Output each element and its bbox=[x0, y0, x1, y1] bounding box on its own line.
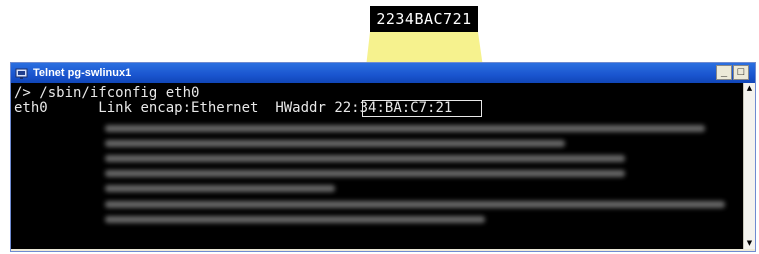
blurred-line bbox=[105, 185, 335, 192]
maximize-button[interactable]: □ bbox=[733, 65, 749, 80]
blurred-line bbox=[105, 216, 485, 223]
link-encap: Link encap:Ethernet bbox=[98, 100, 259, 116]
telnet-window: Telnet pg-swlinux1 _ □ /> /sbin/ifconfig… bbox=[10, 62, 756, 252]
command-line: /> /sbin/ifconfig eth0 bbox=[14, 85, 200, 101]
blurred-line bbox=[105, 125, 705, 132]
window-title: Telnet pg-swlinux1 bbox=[33, 67, 132, 79]
scroll-down-icon[interactable]: ▼ bbox=[744, 238, 755, 249]
hwaddr-label: HWaddr bbox=[275, 100, 326, 116]
blurred-line bbox=[105, 201, 725, 208]
telnet-window-icon bbox=[15, 68, 28, 79]
mac-highlight-box bbox=[362, 100, 482, 117]
terminal-output[interactable]: /> /sbin/ifconfig eth0 eth0 Link encap:E… bbox=[11, 83, 743, 249]
vertical-scrollbar[interactable]: ▲ ▼ bbox=[743, 83, 755, 249]
blurred-line bbox=[105, 170, 625, 177]
blurred-line bbox=[105, 140, 565, 147]
mac-callout-label: 2234BAC721 bbox=[370, 6, 478, 32]
minimize-button[interactable]: _ bbox=[716, 65, 732, 80]
blurred-output bbox=[105, 121, 735, 247]
interface-name: eth0 bbox=[14, 100, 48, 116]
blurred-line bbox=[105, 155, 625, 162]
scroll-up-icon[interactable]: ▲ bbox=[744, 83, 755, 94]
title-bar[interactable]: Telnet pg-swlinux1 _ □ bbox=[11, 63, 755, 83]
